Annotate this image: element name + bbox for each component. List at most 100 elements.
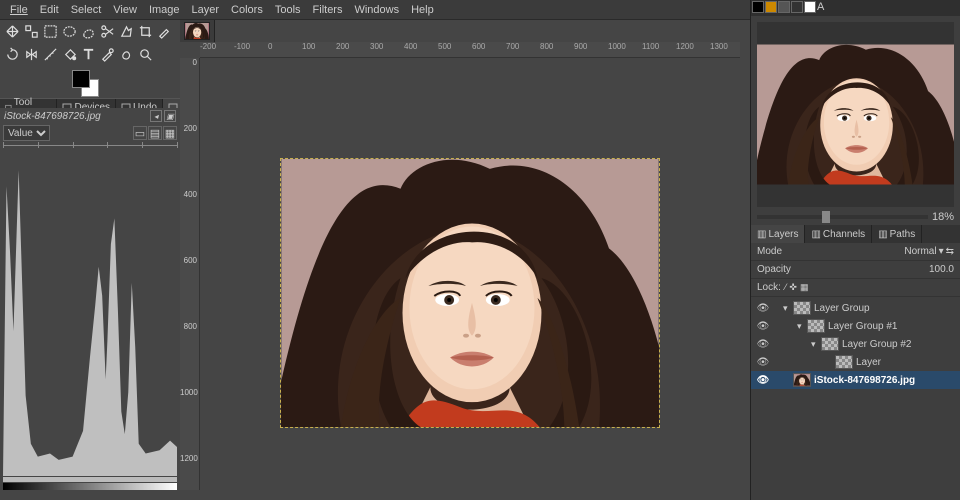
fg-color-swatch[interactable]: [72, 70, 90, 88]
opacity-label: Opacity: [757, 264, 791, 275]
canvas-area: -200-10001002003004005006007008009001000…: [180, 20, 750, 500]
blend-mode-value[interactable]: Normal: [904, 246, 936, 257]
smudge-tool[interactable]: [117, 45, 136, 64]
portrait-thumb-icon: [185, 23, 209, 39]
blend-mode-label: Mode: [757, 246, 782, 257]
panel-detach-button[interactable]: ▣: [164, 110, 176, 122]
right-tab-paths[interactable]: ▥Paths: [872, 225, 922, 243]
crop-tool[interactable]: [136, 22, 155, 41]
histogram-chart: [3, 150, 177, 490]
layer-row[interactable]: 👁 ▾ Layer Group #2: [751, 335, 960, 353]
layer-thumb: [793, 301, 811, 315]
image-tab[interactable]: [180, 20, 215, 42]
horizontal-ruler: -200-10001002003004005006007008009001000…: [200, 42, 740, 58]
navigation-preview[interactable]: [757, 22, 954, 207]
layer-name: iStock-847698726.jpg: [814, 375, 915, 386]
menu-filters[interactable]: Filters: [307, 2, 349, 18]
layer-name: Layer Group #1: [828, 321, 898, 332]
menu-edit[interactable]: Edit: [34, 2, 65, 18]
zoom-tool[interactable]: [136, 45, 155, 64]
histogram-channel-select[interactable]: Value: [3, 125, 50, 141]
right-tab-layers[interactable]: ▥Layers: [751, 225, 805, 243]
menu-tools[interactable]: Tools: [269, 2, 307, 18]
preview-image: [757, 22, 954, 207]
visibility-eye-icon[interactable]: 👁: [755, 303, 771, 314]
rect-select-tool[interactable]: [41, 22, 60, 41]
histogram-file-label: iStock-847698726.jpg: [4, 111, 101, 122]
swatch-orange[interactable]: [765, 1, 777, 13]
swatch-white[interactable]: [804, 1, 816, 13]
right-dock: A 18% ▥Layers▥Channels▥Paths Mode Normal…: [750, 0, 960, 500]
menu-windows[interactable]: Windows: [348, 2, 405, 18]
menu-file[interactable]: File: [4, 2, 34, 18]
panel-menu-button[interactable]: ◂: [150, 110, 162, 122]
layer-row[interactable]: 👁 iStock-847698726.jpg: [751, 371, 960, 389]
histogram-gradient-bar: [3, 483, 177, 490]
vertical-ruler: 020040060080010001200: [180, 58, 200, 490]
fuzzy-select-tool[interactable]: [117, 22, 136, 41]
layers-list: 👁 ▾ Layer Group 👁 ▾ Layer Group #1 👁 ▾ Layer Gro…: [751, 297, 960, 391]
rotate-tool[interactable]: [3, 45, 22, 64]
lock-pixels-icon[interactable]: ⁄: [785, 282, 787, 293]
layer-thumb: [835, 355, 853, 369]
menu-image[interactable]: Image: [143, 2, 186, 18]
visibility-eye-icon[interactable]: 👁: [755, 375, 771, 386]
flip-tool[interactable]: [22, 45, 41, 64]
paintbrush-tool[interactable]: [155, 22, 174, 41]
menu-view[interactable]: View: [107, 2, 143, 18]
zoom-slider[interactable]: [757, 215, 928, 219]
layer-row[interactable]: 👁 Layer: [751, 353, 960, 371]
menu-colors[interactable]: Colors: [225, 2, 269, 18]
group-toggle-icon[interactable]: ▾: [797, 321, 807, 332]
right-tab-channels[interactable]: ▥Channels: [805, 225, 872, 243]
chevron-down-icon[interactable]: ▾: [939, 246, 944, 257]
layer-thumb: [807, 319, 825, 333]
visibility-eye-icon[interactable]: 👁: [755, 357, 771, 368]
group-toggle-icon[interactable]: ▾: [783, 303, 793, 314]
histogram-panel: iStock-847698726.jpg ◂ ▣ Value ▭ ▤ ▦: [0, 108, 180, 490]
scissors-tool[interactable]: [98, 22, 117, 41]
image-tab-thumb: [184, 22, 210, 40]
ellipse-select-tool[interactable]: [60, 22, 79, 41]
color-picker-tool[interactable]: [98, 45, 117, 64]
histogram-rgb-icon[interactable]: ▦: [163, 126, 177, 140]
layer-thumb: [821, 337, 839, 351]
opacity-value[interactable]: 100.0: [929, 264, 954, 275]
swatch-text-icon[interactable]: A: [817, 1, 829, 13]
swatch-black[interactable]: [752, 1, 764, 13]
menu-layer[interactable]: Layer: [186, 2, 226, 18]
layer-row[interactable]: 👁 ▾ Layer Group: [751, 299, 960, 317]
swatch-dark[interactable]: [791, 1, 803, 13]
lock-alpha-icon[interactable]: ▦: [800, 282, 809, 293]
move-tool[interactable]: [3, 22, 22, 41]
histogram-log-icon[interactable]: ▤: [148, 126, 162, 140]
layer-row[interactable]: 👁 ▾ Layer Group #1: [751, 317, 960, 335]
mode-switch-icon[interactable]: ⇆: [946, 246, 954, 257]
layer-thumb: [793, 373, 811, 387]
layer-name: Layer Group #2: [842, 339, 912, 350]
bucket-fill-tool[interactable]: [60, 45, 79, 64]
layer-name: Layer: [856, 357, 881, 368]
align-tool[interactable]: [22, 22, 41, 41]
layer-name: Layer Group: [814, 303, 870, 314]
group-toggle-icon[interactable]: ▾: [811, 339, 821, 350]
menu-select[interactable]: Select: [65, 2, 108, 18]
toolbox: Tool OptionsDevicesUndoHistogram: [0, 20, 180, 116]
image-selection[interactable]: [280, 158, 660, 428]
swatch-gray[interactable]: [778, 1, 790, 13]
text-tool[interactable]: [79, 45, 98, 64]
color-swatches[interactable]: [72, 70, 100, 98]
lock-label: Lock:: [757, 282, 781, 293]
visibility-eye-icon[interactable]: 👁: [755, 339, 771, 350]
lock-position-icon[interactable]: ✜: [789, 282, 797, 293]
visibility-eye-icon[interactable]: 👁: [755, 321, 771, 332]
measure-tool[interactable]: [41, 45, 60, 64]
right-top-swatches: A: [751, 0, 960, 16]
menu-help[interactable]: Help: [405, 2, 440, 18]
zoom-value: 18%: [932, 211, 954, 223]
canvas-image: [281, 159, 659, 427]
histogram-linear-icon[interactable]: ▭: [133, 126, 147, 140]
canvas[interactable]: [200, 58, 750, 500]
free-select-tool[interactable]: [79, 22, 98, 41]
right-tabs: ▥Layers▥Channels▥Paths: [751, 225, 960, 243]
